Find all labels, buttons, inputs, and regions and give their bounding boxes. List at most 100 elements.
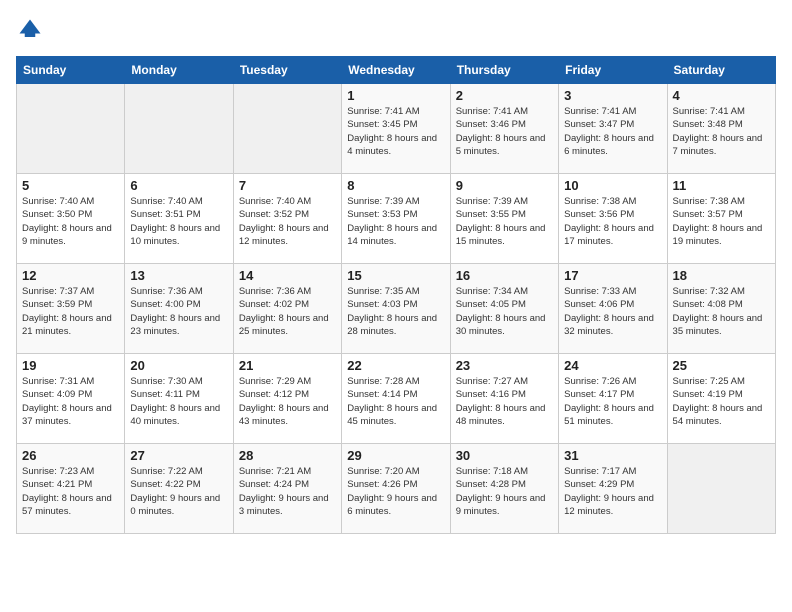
day-info: Sunrise: 7:17 AM Sunset: 4:29 PM Dayligh… (564, 465, 661, 518)
calendar-cell: 12 Sunrise: 7:37 AM Sunset: 3:59 PM Dayli… (17, 264, 125, 354)
day-number: 10 (564, 178, 661, 193)
day-info: Sunrise: 7:40 AM Sunset: 3:52 PM Dayligh… (239, 195, 336, 248)
calendar-cell: 5 Sunrise: 7:40 AM Sunset: 3:50 PM Daylig… (17, 174, 125, 264)
calendar-cell: 29 Sunrise: 7:20 AM Sunset: 4:26 PM Dayli… (342, 444, 450, 534)
day-number: 15 (347, 268, 444, 283)
calendar-table: SundayMondayTuesdayWednesdayThursdayFrid… (16, 56, 776, 534)
calendar-cell: 13 Sunrise: 7:36 AM Sunset: 4:00 PM Dayli… (125, 264, 233, 354)
day-info: Sunrise: 7:20 AM Sunset: 4:26 PM Dayligh… (347, 465, 444, 518)
weekday-header-tuesday: Tuesday (233, 57, 341, 84)
calendar-cell: 26 Sunrise: 7:23 AM Sunset: 4:21 PM Dayli… (17, 444, 125, 534)
day-number: 6 (130, 178, 227, 193)
logo-icon (16, 16, 44, 44)
day-info: Sunrise: 7:37 AM Sunset: 3:59 PM Dayligh… (22, 285, 119, 338)
day-number: 1 (347, 88, 444, 103)
weekday-header-wednesday: Wednesday (342, 57, 450, 84)
calendar-cell: 10 Sunrise: 7:38 AM Sunset: 3:56 PM Dayli… (559, 174, 667, 264)
day-info: Sunrise: 7:39 AM Sunset: 3:55 PM Dayligh… (456, 195, 553, 248)
calendar-cell (233, 84, 341, 174)
day-info: Sunrise: 7:27 AM Sunset: 4:16 PM Dayligh… (456, 375, 553, 428)
day-number: 27 (130, 448, 227, 463)
day-info: Sunrise: 7:34 AM Sunset: 4:05 PM Dayligh… (456, 285, 553, 338)
day-info: Sunrise: 7:36 AM Sunset: 4:02 PM Dayligh… (239, 285, 336, 338)
day-info: Sunrise: 7:35 AM Sunset: 4:03 PM Dayligh… (347, 285, 444, 338)
day-number: 29 (347, 448, 444, 463)
day-info: Sunrise: 7:32 AM Sunset: 4:08 PM Dayligh… (673, 285, 770, 338)
calendar-cell: 17 Sunrise: 7:33 AM Sunset: 4:06 PM Dayli… (559, 264, 667, 354)
logo (16, 16, 48, 44)
day-info: Sunrise: 7:36 AM Sunset: 4:00 PM Dayligh… (130, 285, 227, 338)
calendar-cell: 4Sunrise: 7:41 AM Sunset: 3:48 PM Daylig… (667, 84, 775, 174)
calendar-cell: 8 Sunrise: 7:39 AM Sunset: 3:53 PM Daylig… (342, 174, 450, 264)
day-number: 18 (673, 268, 770, 283)
day-number: 23 (456, 358, 553, 373)
day-number: 20 (130, 358, 227, 373)
weekday-header-thursday: Thursday (450, 57, 558, 84)
day-number: 26 (22, 448, 119, 463)
day-number: 9 (456, 178, 553, 193)
day-info: Sunrise: 7:33 AM Sunset: 4:06 PM Dayligh… (564, 285, 661, 338)
day-number: 5 (22, 178, 119, 193)
day-number: 13 (130, 268, 227, 283)
calendar-cell: 31 Sunrise: 7:17 AM Sunset: 4:29 PM Dayli… (559, 444, 667, 534)
calendar-cell: 3 Sunrise: 7:41 AM Sunset: 3:47 PM Daylig… (559, 84, 667, 174)
day-number: 17 (564, 268, 661, 283)
calendar-cell (17, 84, 125, 174)
day-info: Sunrise: 7:41 AM Sunset: 3:48 PM Dayligh… (673, 105, 770, 158)
day-info: Sunrise: 7:40 AM Sunset: 3:51 PM Dayligh… (130, 195, 227, 248)
day-info: Sunrise: 7:29 AM Sunset: 4:12 PM Dayligh… (239, 375, 336, 428)
day-number: 25 (673, 358, 770, 373)
calendar-cell: 7Sunrise: 7:40 AM Sunset: 3:52 PM Daylig… (233, 174, 341, 264)
day-number: 21 (239, 358, 336, 373)
day-number: 22 (347, 358, 444, 373)
calendar-cell: 6 Sunrise: 7:40 AM Sunset: 3:51 PM Daylig… (125, 174, 233, 264)
weekday-header-saturday: Saturday (667, 57, 775, 84)
day-number: 24 (564, 358, 661, 373)
calendar-cell: 19 Sunrise: 7:31 AM Sunset: 4:09 PM Dayli… (17, 354, 125, 444)
day-info: Sunrise: 7:30 AM Sunset: 4:11 PM Dayligh… (130, 375, 227, 428)
day-number: 8 (347, 178, 444, 193)
day-number: 12 (22, 268, 119, 283)
calendar-cell: 25 Sunrise: 7:25 AM Sunset: 4:19 PM Dayli… (667, 354, 775, 444)
day-info: Sunrise: 7:18 AM Sunset: 4:28 PM Dayligh… (456, 465, 553, 518)
calendar-cell: 21 Sunrise: 7:29 AM Sunset: 4:12 PM Dayli… (233, 354, 341, 444)
calendar-cell: 2Sunrise: 7:41 AM Sunset: 3:46 PM Daylig… (450, 84, 558, 174)
calendar-cell: 27 Sunrise: 7:22 AM Sunset: 4:22 PM Dayli… (125, 444, 233, 534)
day-info: Sunrise: 7:23 AM Sunset: 4:21 PM Dayligh… (22, 465, 119, 518)
day-info: Sunrise: 7:31 AM Sunset: 4:09 PM Dayligh… (22, 375, 119, 428)
day-number: 31 (564, 448, 661, 463)
day-number: 28 (239, 448, 336, 463)
page-header (16, 16, 776, 44)
day-info: Sunrise: 7:39 AM Sunset: 3:53 PM Dayligh… (347, 195, 444, 248)
calendar-cell: 1 Sunrise: 7:41 AM Sunset: 3:45 PM Daylig… (342, 84, 450, 174)
day-number: 30 (456, 448, 553, 463)
day-number: 16 (456, 268, 553, 283)
calendar-cell: 9 Sunrise: 7:39 AM Sunset: 3:55 PM Daylig… (450, 174, 558, 264)
calendar-cell: 18 Sunrise: 7:32 AM Sunset: 4:08 PM Dayli… (667, 264, 775, 354)
day-info: Sunrise: 7:38 AM Sunset: 3:57 PM Dayligh… (673, 195, 770, 248)
calendar-cell: 15 Sunrise: 7:35 AM Sunset: 4:03 PM Dayli… (342, 264, 450, 354)
day-number: 19 (22, 358, 119, 373)
day-info: Sunrise: 7:26 AM Sunset: 4:17 PM Dayligh… (564, 375, 661, 428)
day-number: 11 (673, 178, 770, 193)
day-number: 3 (564, 88, 661, 103)
calendar-cell: 14 Sunrise: 7:36 AM Sunset: 4:02 PM Dayli… (233, 264, 341, 354)
day-info: Sunrise: 7:38 AM Sunset: 3:56 PM Dayligh… (564, 195, 661, 248)
day-info: Sunrise: 7:40 AM Sunset: 3:50 PM Dayligh… (22, 195, 119, 248)
weekday-header-sunday: Sunday (17, 57, 125, 84)
day-info: Sunrise: 7:21 AM Sunset: 4:24 PM Dayligh… (239, 465, 336, 518)
calendar-cell: 30 Sunrise: 7:18 AM Sunset: 4:28 PM Dayli… (450, 444, 558, 534)
day-number: 14 (239, 268, 336, 283)
day-info: Sunrise: 7:25 AM Sunset: 4:19 PM Dayligh… (673, 375, 770, 428)
day-info: Sunrise: 7:41 AM Sunset: 3:45 PM Dayligh… (347, 105, 444, 158)
calendar-cell (125, 84, 233, 174)
calendar-cell: 16 Sunrise: 7:34 AM Sunset: 4:05 PM Dayli… (450, 264, 558, 354)
day-info: Sunrise: 7:28 AM Sunset: 4:14 PM Dayligh… (347, 375, 444, 428)
weekday-header-monday: Monday (125, 57, 233, 84)
calendar-cell: 28 Sunrise: 7:21 AM Sunset: 4:24 PM Dayli… (233, 444, 341, 534)
calendar-cell: 23 Sunrise: 7:27 AM Sunset: 4:16 PM Dayli… (450, 354, 558, 444)
day-info: Sunrise: 7:41 AM Sunset: 3:47 PM Dayligh… (564, 105, 661, 158)
calendar-cell: 11 Sunrise: 7:38 AM Sunset: 3:57 PM Dayli… (667, 174, 775, 264)
day-info: Sunrise: 7:41 AM Sunset: 3:46 PM Dayligh… (456, 105, 553, 158)
day-info: Sunrise: 7:22 AM Sunset: 4:22 PM Dayligh… (130, 465, 227, 518)
